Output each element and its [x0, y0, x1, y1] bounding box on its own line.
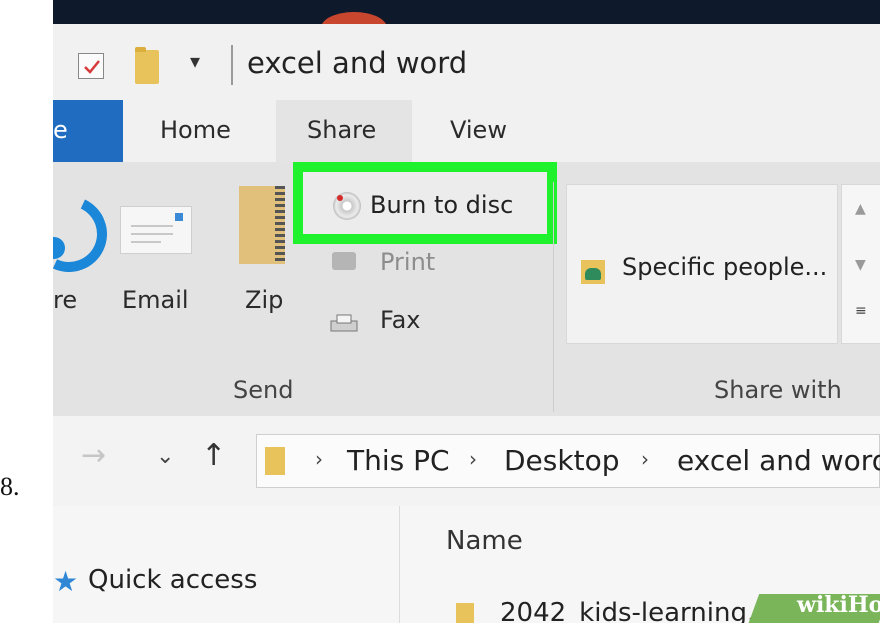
recent-locations-icon[interactable]: ⌄	[156, 444, 174, 469]
chevron-right-icon[interactable]: ›	[315, 447, 323, 471]
tab-home[interactable]: Home	[160, 116, 231, 144]
tab-view[interactable]: View	[450, 116, 507, 144]
customize-toolbar-icon[interactable]: ▾	[190, 49, 200, 73]
email-icon[interactable]	[120, 206, 192, 254]
printer-icon	[332, 252, 356, 270]
folder-icon	[265, 447, 285, 475]
new-folder-icon[interactable]	[135, 47, 159, 84]
quick-access-item[interactable]: Quick access	[88, 565, 257, 595]
burn-to-disc-button[interactable]: Burn to disc	[293, 162, 557, 244]
group-divider	[553, 182, 554, 412]
tab-share[interactable]: Share	[276, 100, 412, 162]
share-with-group-label: Share with	[714, 376, 842, 404]
file-icon	[456, 603, 474, 623]
chevron-right-icon[interactable]: ›	[469, 447, 477, 471]
print-button[interactable]: Print	[380, 248, 435, 276]
watermark-text: wikiHow	[797, 592, 880, 618]
fax-icon	[330, 314, 358, 332]
tab-file-label: e	[53, 116, 68, 144]
zip-button[interactable]: Zip	[245, 286, 283, 314]
share-ribbon: re Email Zip Burn to disc Print Fax Send…	[53, 162, 880, 416]
ribbon-tabs: e Home Share View	[53, 100, 880, 162]
breadcrumb-this-pc[interactable]: This PC	[347, 444, 450, 477]
burn-to-disc-label: Burn to disc	[370, 191, 514, 219]
share-with-gallery[interactable]: Specific people...	[566, 184, 838, 344]
zip-icon[interactable]	[239, 186, 285, 264]
tab-file[interactable]: e	[53, 100, 123, 162]
column-header-name[interactable]: Name	[446, 526, 523, 556]
chevron-right-icon[interactable]: ›	[641, 447, 649, 471]
share-button-label[interactable]: re	[53, 286, 77, 314]
scroll-up-icon[interactable]: ▲	[855, 201, 866, 217]
desktop-strip	[53, 0, 880, 44]
email-button[interactable]: Email	[122, 286, 189, 314]
specific-people-item[interactable]: Specific people...	[622, 253, 827, 281]
divider	[231, 45, 233, 85]
forward-arrow-icon[interactable]: →	[81, 438, 106, 473]
fax-button[interactable]: Fax	[380, 306, 421, 334]
window-title: excel and word	[247, 46, 468, 80]
gallery-scroll[interactable]: ▲ ▼ ≡	[841, 184, 880, 344]
send-group-label: Send	[233, 376, 294, 404]
share-icon[interactable]	[53, 185, 118, 283]
properties-checkbox-icon[interactable]	[78, 53, 104, 79]
breadcrumb-desktop[interactable]: Desktop	[504, 444, 619, 477]
up-arrow-icon[interactable]: ↑	[201, 438, 226, 473]
breadcrumb-current-folder[interactable]: excel and word	[677, 444, 880, 477]
scroll-down-icon[interactable]: ▼	[855, 257, 866, 273]
title-bar: ▾ excel and word	[53, 24, 880, 100]
pane-divider[interactable]	[399, 506, 400, 623]
file-explorer-window: ▾ excel and word e Home Share View re Em…	[53, 0, 880, 623]
people-icon	[581, 260, 605, 284]
step-number: 8.	[0, 472, 20, 501]
gallery-more-icon[interactable]: ≡	[855, 303, 867, 319]
star-icon: ★	[53, 565, 79, 598]
disc-icon	[333, 192, 361, 220]
address-bar[interactable]: › This PC › Desktop › excel and word	[256, 434, 880, 488]
tab-share-label: Share	[307, 116, 377, 144]
